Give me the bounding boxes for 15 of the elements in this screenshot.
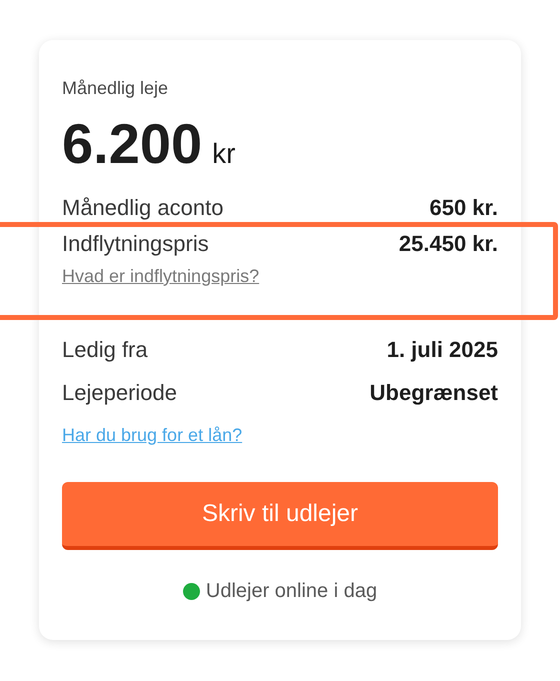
row-label: Indflytningspris [62, 230, 209, 258]
price-label: Månedlig leje [62, 77, 170, 100]
row-value: 650 kr. [429, 194, 498, 222]
row-label: Ledig fra [62, 336, 148, 364]
row-value: Ubegrænset [370, 379, 498, 407]
row-label: Månedlig aconto [62, 194, 224, 222]
row-value: 1. juli 2025 [386, 336, 498, 364]
row-label: Lejeperiode [62, 379, 177, 407]
status-text: Udlejer online i dag [206, 579, 378, 604]
row-value: 25.450 kr. [398, 230, 498, 258]
price-unit: kr [212, 137, 236, 171]
price-amount: 6.200 [62, 112, 202, 176]
info-link[interactable]: Hvad er indflytningspris? [62, 264, 260, 288]
contact-button[interactable]: Skriv til udlejer [62, 482, 498, 550]
loan-link[interactable]: Har du brug for et lån? [62, 423, 242, 447]
